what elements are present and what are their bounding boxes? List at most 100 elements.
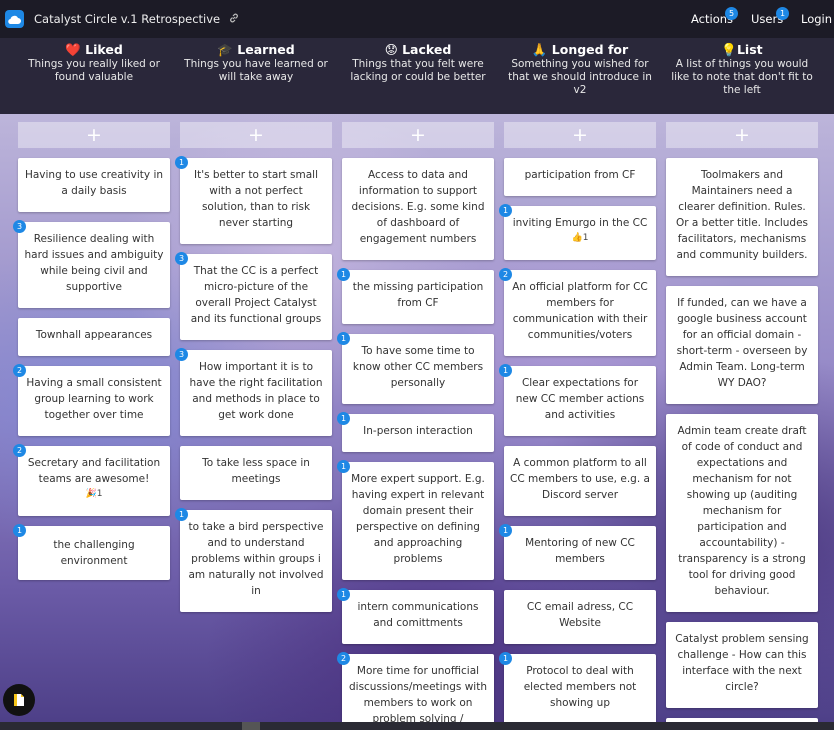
card-liked[interactable]: the challenging environment [18, 526, 170, 580]
scrollbar-thumb[interactable] [242, 722, 260, 730]
vote-badge: 1 [499, 524, 512, 537]
card-liked[interactable]: Having a small consistent group learning… [18, 366, 170, 436]
card-text: Toolmakers and Maintainers need a cleare… [675, 169, 809, 261]
card-liked[interactable]: Secretary and facilitation teams are awe… [18, 446, 170, 516]
card-text: CC email adress, CC Website [526, 601, 634, 629]
actions-count-badge: 5 [725, 7, 738, 20]
card-lacked[interactable]: More expert support. E.g. having expert … [342, 462, 494, 580]
thumbs-up-reaction-icon[interactable]: 👍1 [510, 231, 650, 245]
vote-badge: 2 [13, 364, 26, 377]
card-text: Resilience dealing with hard issues and … [24, 233, 164, 293]
party-reaction-icon[interactable]: 🎉1 [24, 487, 164, 501]
card-lacked[interactable]: intern communications and comittments [342, 590, 494, 644]
card-learned[interactable]: How important it is to have the right fa… [180, 350, 332, 436]
vote-badge: 1 [13, 524, 26, 537]
horizontal-scrollbar[interactable] [0, 722, 834, 730]
card-list[interactable]: Admin team create draft of code of condu… [666, 414, 818, 612]
card-learned[interactable]: to take a bird perspective and to unders… [180, 510, 332, 612]
card-lacked[interactable]: To have some time to know other CC membe… [342, 334, 494, 404]
card-liked[interactable]: Townhall appearances [18, 318, 170, 356]
column-title: Longed for [551, 42, 629, 57]
new-document-icon[interactable] [3, 684, 35, 716]
card-learned[interactable]: That the CC is a perfect micro-picture o… [180, 254, 332, 340]
card-text: Secretary and facilitation teams are awe… [27, 457, 161, 485]
lightbulb-icon: 💡 [721, 42, 737, 57]
vote-badge: 3 [13, 220, 26, 233]
link-icon[interactable] [228, 12, 240, 27]
card-longed-for[interactable]: CC email adress, CC Website [504, 590, 656, 644]
card-text: Access to data and information to suppor… [351, 169, 485, 245]
card-longed-for[interactable]: participation from CF [504, 158, 656, 196]
card-longed-for[interactable]: Clear expectations for new CC member act… [504, 366, 656, 436]
vote-badge: 1 [337, 268, 350, 281]
column-title: Learned [237, 42, 295, 57]
card-list[interactable]: Toolmakers and Maintainers need a cleare… [666, 158, 818, 276]
card-text: Having a small consistent group learning… [26, 377, 162, 421]
card-longed-for[interactable]: Protocol to deal with elected members no… [504, 654, 656, 730]
card-liked[interactable]: Resilience dealing with hard issues and … [18, 222, 170, 308]
vote-badge: 1 [499, 204, 512, 217]
card-learned[interactable]: It's better to start small with a not pe… [180, 158, 332, 244]
add-card-button-liked[interactable]: + [18, 122, 170, 148]
cloud-icon[interactable] [5, 10, 24, 28]
card-text: That the CC is a perfect micro-picture o… [190, 265, 322, 325]
vote-badge: 1 [337, 588, 350, 601]
retro-board: ❤️ Liked Things you really liked or foun… [0, 38, 834, 730]
board-title[interactable]: Catalyst Circle v.1 Retrospective [34, 12, 220, 26]
add-card-button-lacked[interactable]: + [342, 122, 494, 148]
card-text: Townhall appearances [35, 329, 153, 341]
card-text: In-person interaction [363, 425, 473, 437]
column-header-longed-for: 🙏 Longed for Something you wished for th… [504, 42, 656, 97]
worried-face-icon: 😟 [384, 42, 398, 57]
card-longed-for[interactable]: A common platform to all CC members to u… [504, 446, 656, 516]
add-card-button-longed-for[interactable]: + [504, 122, 656, 148]
vote-badge: 1 [175, 508, 188, 521]
vote-badge: 2 [337, 652, 350, 665]
card-text: How important it is to have the right fa… [189, 361, 323, 421]
add-card-button-list[interactable]: + [666, 122, 818, 148]
column-header-lacked: 😟 Lacked Things that you felt were lacki… [342, 42, 494, 84]
card-liked[interactable]: Having to use creativity in a daily basi… [18, 158, 170, 212]
vote-badge: 2 [499, 268, 512, 281]
card-text: participation from CF [524, 169, 636, 181]
card-lacked[interactable]: In-person interaction [342, 414, 494, 452]
card-learned[interactable]: To take less space in meetings [180, 446, 332, 500]
vote-badge: 1 [175, 156, 188, 169]
folded-hands-icon: 🙏 [531, 42, 548, 57]
top-bar: Catalyst Circle v.1 Retrospective Action… [0, 0, 834, 38]
card-text: intern communications and comittments [357, 601, 479, 629]
card-longed-for[interactable]: An official platform for CC members for … [504, 270, 656, 356]
card-list[interactable]: If funded, can we have a google business… [666, 286, 818, 404]
card-list[interactable]: Catalyst problem sensing challenge - How… [666, 622, 818, 708]
card-longed-for[interactable]: Mentoring of new CC members [504, 526, 656, 580]
column-header-learned: 🎓 Learned Things you have learned or wil… [180, 42, 332, 84]
card-lacked[interactable]: More time for unofficial discussions/mee… [342, 654, 494, 730]
vote-badge: 3 [175, 348, 188, 361]
vote-badge: 1 [337, 412, 350, 425]
vote-badge: 1 [499, 364, 512, 377]
card-text: Having to use creativity in a daily basi… [24, 169, 164, 197]
column-title: Liked [85, 42, 123, 57]
column-title: List [736, 42, 763, 57]
column-title: Lacked [402, 42, 452, 57]
actions-menu[interactable]: Actions [691, 0, 733, 38]
vote-badge: 3 [175, 252, 188, 265]
vote-badge: 1 [499, 652, 512, 665]
card-text: Catalyst problem sensing challenge - How… [675, 633, 809, 693]
login-button[interactable]: Login [801, 0, 832, 38]
card-text: Protocol to deal with elected members no… [523, 665, 637, 709]
column-subtitle: Things you really liked or found valuabl… [28, 58, 160, 83]
card-lacked[interactable]: Access to data and information to suppor… [342, 158, 494, 260]
card-text: Clear expectations for new CC member act… [515, 377, 645, 421]
column-subtitle: Something you wished for that we should … [508, 58, 652, 96]
graduation-cap-icon: 🎓 [217, 42, 233, 57]
card-lacked[interactable]: the missing participation from CF [342, 270, 494, 324]
card-text: To have some time to know other CC membe… [352, 345, 484, 389]
card-text: the missing participation from CF [352, 281, 484, 309]
card-text: More time for unofficial discussions/mee… [348, 665, 487, 725]
column-subtitle: Things that you felt were lacking or cou… [350, 58, 486, 83]
users-count-badge: 1 [776, 7, 789, 20]
card-longed-for[interactable]: inviting Emurgo in the CC 👍1 [504, 206, 656, 260]
add-card-button-learned[interactable]: + [180, 122, 332, 148]
login-label[interactable]: Login [801, 12, 832, 26]
